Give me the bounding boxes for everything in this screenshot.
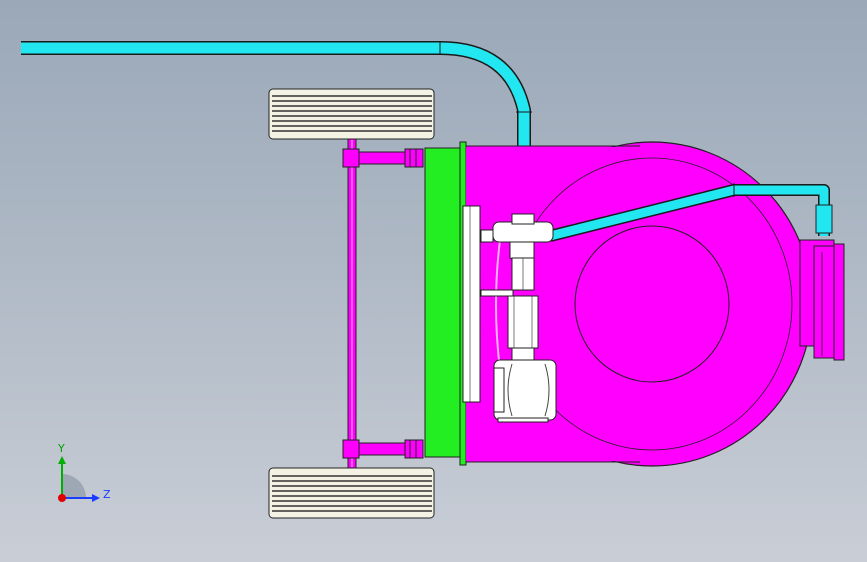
x-axis-dot: [58, 494, 66, 502]
side-pipe-coupling: [815, 204, 833, 234]
bottom-arm[interactable]: [342, 439, 424, 459]
y-axis-label: Y: [58, 442, 65, 455]
top-arm[interactable]: [342, 148, 424, 168]
cad-viewport[interactable]: Y Z: [0, 0, 867, 562]
outlet-duct[interactable]: [799, 239, 845, 361]
assembly-model[interactable]: [0, 0, 867, 562]
mounting-plate[interactable]: [424, 147, 462, 458]
motor[interactable]: [493, 359, 557, 423]
axis-triad: Y Z: [44, 440, 114, 510]
z-axis-label: Z: [103, 488, 111, 501]
top-wheel[interactable]: [268, 88, 435, 140]
bottom-wheel[interactable]: [268, 467, 435, 519]
motor-mount-plate[interactable]: [462, 205, 481, 403]
